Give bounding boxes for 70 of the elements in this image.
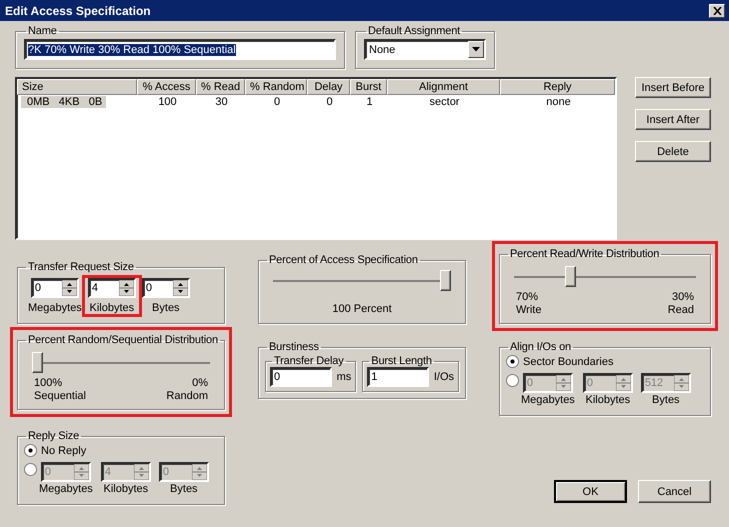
push-button[interactable]: Cancel bbox=[638, 480, 711, 503]
field-label: Bytes bbox=[152, 302, 180, 314]
dropdown[interactable]: None bbox=[364, 39, 486, 60]
spinner-field[interactable]: 4 bbox=[88, 278, 136, 298]
radio-button[interactable] bbox=[24, 463, 37, 476]
table-cell-text: 1 bbox=[365, 96, 374, 108]
slider-thumb[interactable] bbox=[32, 352, 43, 373]
spinner-field[interactable]: 0 bbox=[30, 278, 79, 298]
group-title: Name bbox=[27, 25, 58, 37]
group-title: Transfer Request Size bbox=[27, 261, 135, 273]
close-icon bbox=[712, 6, 722, 14]
close-button[interactable] bbox=[709, 4, 725, 18]
radio-button[interactable] bbox=[506, 374, 519, 387]
push-button[interactable]: Delete bbox=[635, 141, 711, 162]
slider-thumb[interactable] bbox=[565, 266, 576, 287]
field-label: Bytes bbox=[652, 394, 680, 406]
group-title: Burstiness bbox=[268, 341, 320, 353]
table-cell-text: 0 bbox=[272, 96, 282, 108]
spin-buttons-icon[interactable] bbox=[172, 280, 188, 296]
name-field[interactable]: ?K 70% Write 30% Read 100% Sequential bbox=[24, 39, 336, 60]
group-title: Default Assignment bbox=[367, 25, 462, 37]
push-button[interactable]: Insert Before bbox=[635, 77, 711, 98]
input-field[interactable]: 0 bbox=[270, 367, 332, 387]
input-field[interactable]: 1 bbox=[367, 367, 429, 387]
group-title: Reply Size bbox=[27, 430, 80, 442]
field-label: Kilobytes bbox=[585, 394, 630, 406]
field-label: Kilobytes bbox=[103, 483, 148, 495]
column-header[interactable]: Size bbox=[17, 79, 137, 95]
unit-label: ms bbox=[336, 371, 352, 383]
column-header[interactable]: Reply bbox=[500, 79, 615, 95]
spin-buttons-icon[interactable] bbox=[62, 280, 77, 296]
spinner-field[interactable]: 0 bbox=[142, 278, 190, 298]
slider-end-value: 70% Write bbox=[516, 291, 542, 317]
table-cell[interactable]: 0MB 4KB 0B bbox=[21, 96, 106, 108]
spin-buttons-icon[interactable] bbox=[118, 280, 134, 296]
column-header[interactable]: % Random bbox=[245, 79, 307, 95]
table-cell-text: none bbox=[545, 96, 572, 108]
slider-end-value: 100% Sequential bbox=[34, 377, 86, 403]
group-title: Align I/Os on bbox=[509, 341, 572, 353]
push-button[interactable]: Insert After bbox=[635, 109, 711, 130]
slider-thumb[interactable] bbox=[440, 270, 451, 291]
table-cell-text: 30 bbox=[214, 96, 229, 108]
window-title: Edit Access Specification bbox=[5, 4, 151, 18]
unit-label: I/Os bbox=[434, 371, 454, 383]
radio-button[interactable] bbox=[506, 355, 519, 368]
column-header[interactable]: Delay bbox=[307, 79, 350, 95]
push-button[interactable]: OK bbox=[554, 480, 627, 503]
slider-end-value: 30% Read bbox=[668, 291, 694, 317]
column-header[interactable]: Alignment bbox=[387, 79, 500, 95]
group-title: Burst Length bbox=[370, 355, 433, 367]
radio-label: Sector Boundaries bbox=[523, 356, 614, 368]
column-header[interactable]: Burst bbox=[350, 79, 387, 95]
field-label: Megabytes bbox=[521, 394, 575, 406]
group-title: Percent of Access Specification bbox=[268, 254, 419, 266]
radio-button[interactable] bbox=[24, 444, 37, 457]
column-header[interactable]: % Access bbox=[137, 79, 196, 95]
table-cell-text: 0 bbox=[325, 96, 334, 108]
slider-end-value: 0% Random bbox=[166, 377, 208, 403]
slider-reading: 100 Percent bbox=[332, 303, 392, 315]
field-label: Megabytes bbox=[28, 302, 82, 314]
table-cell-text: sector bbox=[428, 96, 460, 108]
group-title: Percent Random/Sequential Distribution bbox=[27, 334, 219, 346]
radio-label: No Reply bbox=[41, 444, 86, 456]
column-header[interactable]: % Read bbox=[196, 79, 245, 95]
field-label: Bytes bbox=[170, 483, 198, 495]
group-title: Percent Read/Write Distribution bbox=[509, 248, 660, 260]
group-title: Transfer Delay bbox=[273, 355, 345, 367]
table-cell-text: 100 bbox=[157, 96, 178, 108]
field-label: Megabytes bbox=[39, 483, 93, 495]
field-label: Kilobytes bbox=[89, 302, 134, 314]
